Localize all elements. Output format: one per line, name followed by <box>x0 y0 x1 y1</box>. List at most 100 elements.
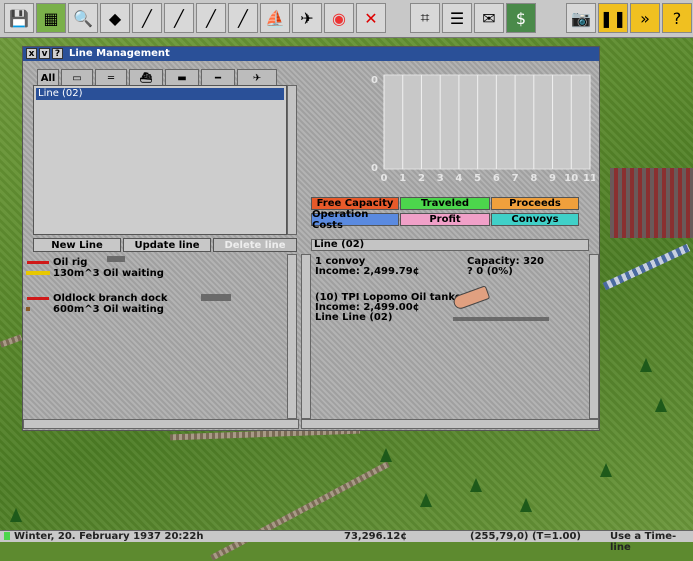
fast-forward-icon[interactable]: » <box>630 3 660 33</box>
chart-x-tick-label: 9 <box>549 173 556 184</box>
stop-waiting: 130m^3 Oil waiting <box>53 268 164 279</box>
tree <box>380 448 392 462</box>
window-title: Line Management <box>69 48 170 59</box>
truck-icon: ▭ <box>72 72 82 84</box>
active-tool: Use a Time-line <box>610 531 677 553</box>
line-list-scrollbar[interactable] <box>287 85 297 235</box>
tab-tram[interactable]: ▬ <box>165 69 199 86</box>
window-title-bar[interactable]: x v ? Line Management <box>23 47 599 61</box>
operation-costs-button[interactable]: Operation Costs <box>311 209 399 231</box>
stop-list: Oil rig 130m^3 Oil waiting Oldlock branc… <box>23 254 293 419</box>
chart-y-tick-label: 0 <box>371 75 378 86</box>
stop-list-scrollbar[interactable] <box>287 254 297 419</box>
route-line-indicator <box>27 297 49 300</box>
disk-icon[interactable]: 💾 <box>4 3 34 33</box>
line-name-field[interactable]: Line (02) <box>311 239 589 251</box>
game-date: Winter, 20. February 1937 20:22h <box>14 531 204 542</box>
right-panel-hscrollbar[interactable] <box>301 419 599 429</box>
chart-x-tick-label: 4 <box>455 173 462 184</box>
tree <box>470 478 482 492</box>
line-load: ? 0 (0%) <box>467 266 513 277</box>
oil-refinery[interactable] <box>610 168 693 238</box>
traveled-button[interactable]: Traveled <box>400 197 490 210</box>
main-toolbar: 💾 ▦ 🔍 ◆ ╱ ╱ ╱ ╱ ⛵ ✈ ◉ ✕ ⌗ ☰ ✉ $ 📷 ❚❚ » ? <box>0 0 693 38</box>
proceeds-button[interactable]: Proceeds <box>491 197 579 210</box>
tab-aircraft[interactable]: ✈ <box>237 69 277 86</box>
close-icon[interactable]: x <box>26 48 37 59</box>
money: 73,296.12¢ <box>344 531 408 542</box>
list-icon[interactable]: ☰ <box>442 3 472 33</box>
chart-x-tick-label: 7 <box>512 173 519 184</box>
tree <box>10 508 22 522</box>
ship-icon: ⛴ <box>139 72 153 84</box>
chart-x-tick-label: 3 <box>437 173 444 184</box>
chart-plot-area <box>383 74 591 170</box>
railway-track <box>0 334 23 348</box>
right-panel-scrollbar-left[interactable] <box>301 254 311 419</box>
tree <box>640 358 652 372</box>
status-icon <box>4 532 10 540</box>
tab-all-label: All <box>40 72 56 84</box>
new-line-button[interactable]: New Line <box>33 238 121 252</box>
line-management-window: x v ? Line Management All ▭ ═ ⛴ ▬ ━ ✈ Li… <box>22 46 600 431</box>
tree <box>420 493 432 507</box>
list-item[interactable]: Line (02) <box>36 88 284 100</box>
ship-tools-icon[interactable]: ⛵ <box>260 3 290 33</box>
line-stats-chart: 0 1 2 3 4 5 6 7 8 9 10 1100 <box>371 74 595 184</box>
chart-x-tick-label: 2 <box>418 173 425 184</box>
tab-truck[interactable]: ▭ <box>61 69 93 86</box>
schedule-icon[interactable]: ⌗ <box>410 3 440 33</box>
vehicle-load-bar <box>453 317 549 321</box>
delete-line-button[interactable]: Delete line <box>213 238 297 252</box>
special-icon[interactable]: ◉ <box>324 3 354 33</box>
rail-icon[interactable]: ╱ <box>164 3 194 33</box>
inspect-icon[interactable]: 🔍 <box>68 3 98 33</box>
stop-name[interactable]: Oldlock branch dock <box>53 294 168 304</box>
monorail-icon[interactable]: ╱ <box>196 3 226 33</box>
tram-icon[interactable]: ╱ <box>228 3 258 33</box>
stop-name[interactable]: Oil rig <box>53 258 87 268</box>
terrain-icon[interactable]: ◆ <box>100 3 130 33</box>
finance-icon[interactable]: $ <box>506 3 536 33</box>
map-icon[interactable]: ▦ <box>36 3 66 33</box>
profit-button[interactable]: Profit <box>400 213 490 226</box>
tree <box>655 398 667 412</box>
road-icon[interactable]: ╱ <box>132 3 162 33</box>
tab-monorail[interactable]: ━ <box>201 69 235 86</box>
chart-x-tick-label: 5 <box>474 173 481 184</box>
screenshot-icon[interactable]: 📷 <box>566 3 596 33</box>
tab-all[interactable]: All <box>37 69 59 86</box>
convoys-button[interactable]: Convoys <box>491 213 579 226</box>
oil-rig-icon <box>107 256 125 262</box>
railway-track <box>210 461 390 561</box>
oil-tanker-icon[interactable] <box>451 285 491 311</box>
chart-y-tick-label: 0 <box>371 163 378 174</box>
cargo-dot-icon <box>26 307 30 311</box>
cursor-coords: (255,79,0) (T=1.00) <box>470 531 581 542</box>
stop-list-hscrollbar[interactable] <box>23 419 299 429</box>
chart-x-tick-label: 6 <box>493 173 500 184</box>
train[interactable] <box>602 243 691 291</box>
monorail-icon: ━ <box>214 72 222 84</box>
tree <box>520 498 532 512</box>
right-panel-scrollbar[interactable] <box>589 254 599 419</box>
help-icon[interactable]: ? <box>52 48 63 59</box>
aircraft-icon: ✈ <box>252 72 262 84</box>
tab-train[interactable]: ═ <box>95 69 127 86</box>
train-icon: ═ <box>107 72 115 84</box>
tab-ship[interactable]: ⛴ <box>129 69 163 86</box>
oil-cargo-icon <box>26 271 50 275</box>
airport-icon[interactable]: ✈ <box>292 3 322 33</box>
chart-x-tick-label: 11 <box>583 173 595 184</box>
mail-icon[interactable]: ✉ <box>474 3 504 33</box>
dock-icon <box>201 294 231 301</box>
pin-icon[interactable]: v <box>39 48 50 59</box>
chart-x-tick-label: 1 <box>399 173 406 184</box>
tree <box>600 463 612 477</box>
help-icon[interactable]: ? <box>662 3 692 33</box>
pause-icon[interactable]: ❚❚ <box>598 3 628 33</box>
vehicle-line: Line Line (02) <box>315 312 393 323</box>
line-list[interactable]: Line (02) <box>33 85 287 235</box>
remove-icon[interactable]: ✕ <box>356 3 386 33</box>
update-line-button[interactable]: Update line <box>123 238 211 252</box>
